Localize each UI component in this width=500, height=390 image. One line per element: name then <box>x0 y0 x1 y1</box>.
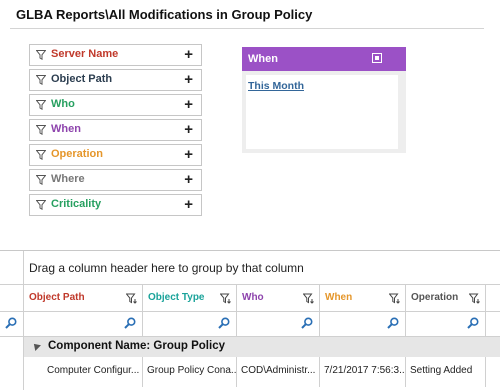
add-filter-icon[interactable]: + <box>184 171 193 189</box>
funnel-icon <box>36 175 46 185</box>
table-cell[interactable]: 7/21/2017 7:56:3... <box>320 357 406 387</box>
when-panel-title: When <box>248 53 278 65</box>
cell-text: COD\Administr... <box>241 365 316 376</box>
search-icon[interactable] <box>301 317 313 329</box>
search-icon[interactable] <box>387 317 399 329</box>
filter-cell-object-type[interactable] <box>143 312 237 336</box>
close-icon[interactable] <box>372 53 382 63</box>
filter-label: Who <box>51 98 75 110</box>
search-icon[interactable] <box>124 317 136 329</box>
column-header-label: Object Type <box>148 292 205 303</box>
title-divider <box>10 28 484 29</box>
filter-operation[interactable]: Operation + <box>29 144 202 166</box>
filter-label: Object Path <box>51 73 113 85</box>
add-filter-icon[interactable]: + <box>184 96 193 114</box>
column-header-when[interactable]: When <box>320 285 406 311</box>
funnel-icon <box>36 50 46 60</box>
column-header-operation[interactable]: Operation <box>406 285 486 311</box>
column-filter-icon[interactable] <box>220 293 231 304</box>
collapse-arrow-icon[interactable] <box>31 341 41 351</box>
filter-label: Server Name <box>51 48 119 60</box>
filter-list: Server Name + Object Path + Who + When +… <box>29 44 202 219</box>
add-filter-icon[interactable]: + <box>184 146 193 164</box>
filter-cell-object-path[interactable] <box>24 312 143 336</box>
filter-label: Operation <box>51 148 103 160</box>
when-panel-body: This Month <box>246 75 398 149</box>
column-header-who[interactable]: Who <box>237 285 320 311</box>
when-panel-header: When <box>242 47 406 71</box>
table-cell[interactable]: Group Policy Cona... <box>143 357 237 387</box>
filter-where[interactable]: Where + <box>29 169 202 191</box>
group-row-label: Component Name: Group Policy <box>48 340 225 352</box>
column-header-label: Who <box>242 292 264 303</box>
funnel-icon <box>36 200 46 210</box>
column-filter-icon[interactable] <box>469 293 480 304</box>
funnel-icon <box>36 100 46 110</box>
filter-label: Criticality <box>51 198 102 210</box>
when-filter-panel: When This Month <box>242 47 406 153</box>
cell-text: Computer Configur... <box>47 365 140 376</box>
column-filter-icon[interactable] <box>126 293 137 304</box>
cell-text: 7/21/2017 7:56:3... <box>324 365 406 376</box>
funnel-icon <box>36 75 46 85</box>
add-filter-icon[interactable]: + <box>184 71 193 89</box>
column-filter-icon[interactable] <box>303 293 314 304</box>
add-filter-icon[interactable]: + <box>184 196 193 214</box>
funnel-icon <box>36 125 46 135</box>
column-header-object-path[interactable]: Object Path <box>24 285 143 311</box>
filter-object-path[interactable]: Object Path + <box>29 69 202 91</box>
column-header-label: When <box>325 292 353 303</box>
filter-cell-who[interactable] <box>237 312 320 336</box>
column-filter-icon[interactable] <box>389 293 400 304</box>
column-header-label: Object Path <box>29 292 85 303</box>
filter-who[interactable]: Who + <box>29 94 202 116</box>
cell-text: Setting Added <box>410 365 473 376</box>
filter-server-name[interactable]: Server Name + <box>29 44 202 66</box>
filter-label: Where <box>51 173 85 185</box>
filter-label: When <box>51 123 81 135</box>
filter-cell-when[interactable] <box>320 312 406 336</box>
add-filter-icon[interactable]: + <box>184 121 193 139</box>
filter-cell-operation[interactable] <box>406 312 486 336</box>
group-row[interactable]: Component Name: Group Policy <box>24 337 500 357</box>
table-cell[interactable]: COD\Administr... <box>237 357 320 387</box>
column-header-object-type[interactable]: Object Type <box>143 285 237 311</box>
group-by-panel[interactable]: Drag a column header here to group by th… <box>29 261 304 275</box>
funnel-icon <box>36 150 46 160</box>
column-header-label: Operation <box>411 292 459 303</box>
filter-criticality[interactable]: Criticality + <box>29 194 202 216</box>
table-cell[interactable]: Setting Added <box>406 357 486 387</box>
page-title: GLBA Reports\All Modifications in Group … <box>16 7 313 22</box>
filter-when[interactable]: When + <box>29 119 202 141</box>
search-icon[interactable] <box>467 317 479 329</box>
add-filter-icon[interactable]: + <box>184 46 193 64</box>
this-month-link[interactable]: This Month <box>248 80 304 92</box>
search-icon[interactable] <box>5 317 17 329</box>
cell-text: Group Policy Cona... <box>147 365 237 376</box>
search-icon[interactable] <box>218 317 230 329</box>
grid-top-border <box>0 250 500 251</box>
table-cell[interactable]: Computer Configur... <box>43 357 143 387</box>
